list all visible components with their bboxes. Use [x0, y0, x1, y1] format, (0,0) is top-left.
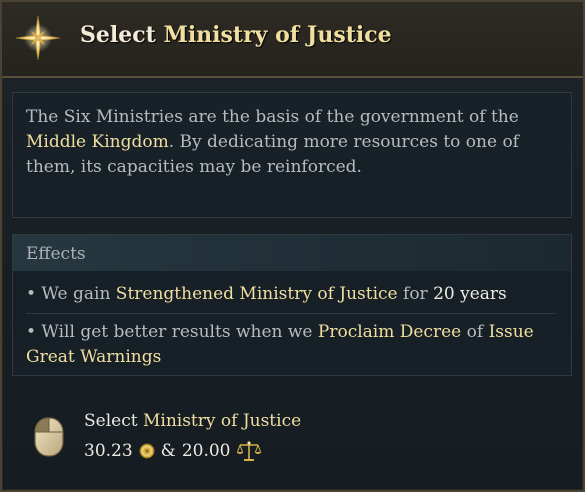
effects-title: Effects — [26, 244, 86, 264]
scales-of-justice-icon — [236, 441, 262, 461]
action-label-highlight: Ministry of Justice — [142, 411, 302, 431]
divider — [26, 313, 556, 314]
effect-duration: 20 years — [433, 284, 507, 304]
cost-separator: & — [160, 441, 176, 461]
justice-cost-value: 20.00 — [181, 441, 231, 461]
page-title: Select Ministry of Justice — [80, 22, 392, 48]
effect-text: for — [397, 284, 434, 304]
effect-text: of — [461, 322, 489, 342]
effect-link-strengthened-ministry[interactable]: Strengthened Ministry of Justice — [116, 284, 398, 304]
cost-row: 30.23 & 20.00 — [84, 439, 262, 463]
description-link-middle-kingdom[interactable]: Middle Kingdom — [26, 132, 169, 152]
effects-header: Effects — [13, 235, 571, 271]
bullet: • — [26, 322, 37, 342]
effect-item: • Will get better results when we Procla… — [26, 320, 556, 370]
description-text-1: The Six Ministries are the basis of the … — [26, 107, 519, 127]
action-label-prefix: Select — [84, 411, 143, 431]
description-panel: The Six Ministries are the basis of the … — [12, 92, 572, 218]
effect-text: Will get better results when we — [36, 322, 318, 342]
description-text: The Six Ministries are the basis of the … — [26, 105, 546, 180]
bullet: • — [26, 284, 37, 304]
title-prefix: Select — [80, 22, 164, 48]
gold-coin-icon — [139, 443, 155, 459]
tooltip-header: Select Ministry of Justice — [2, 2, 583, 78]
effects-panel: Effects • We gain Strengthened Ministry … — [12, 234, 572, 376]
mouse-left-click-icon — [34, 417, 64, 457]
action-label: Select Ministry of Justice — [84, 411, 301, 431]
effect-item: • We gain Strengthened Ministry of Justi… — [26, 282, 556, 307]
decision-tooltip: Select Ministry of Justice The Six Minis… — [0, 0, 585, 492]
title-highlight: Ministry of Justice — [163, 22, 392, 48]
effect-link-proclaim-decree[interactable]: Proclaim Decree — [318, 322, 461, 342]
effect-text: We gain — [36, 284, 116, 304]
gold-cost-value: 30.23 — [84, 441, 133, 461]
compass-star-icon — [15, 15, 61, 61]
